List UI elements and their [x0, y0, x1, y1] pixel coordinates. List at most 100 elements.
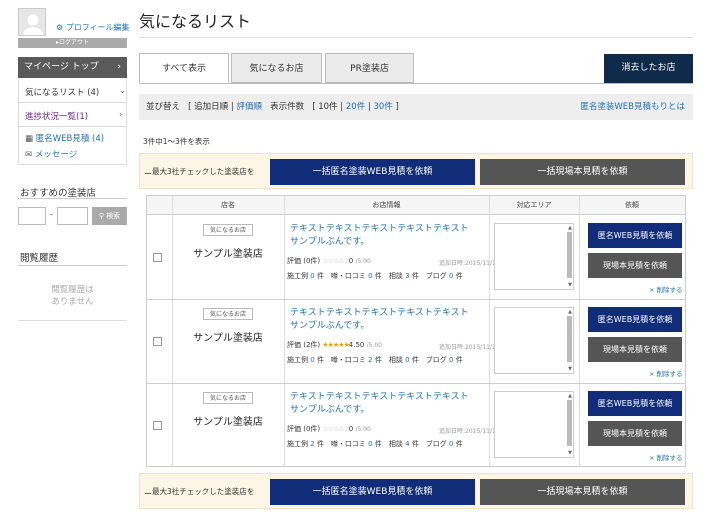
deleted-shops-button[interactable]: 消去したお店	[604, 54, 693, 83]
scrollbar[interactable]	[567, 316, 572, 362]
chevron-right-icon: ›	[117, 62, 121, 72]
reviews-count[interactable]: 2	[368, 356, 372, 364]
reviews-count[interactable]: 0	[368, 272, 372, 280]
stats-line: 施工例 2 件 噂・口コミ 0 件 相談 4 件 ブログ 0 件	[287, 440, 463, 448]
header-shop: 店名	[172, 196, 284, 215]
profile-edit-link[interactable]: ⚙ プロフィール編集	[56, 22, 130, 33]
delete-link[interactable]: × 削除する	[649, 452, 683, 462]
header-area: 対応エリア	[489, 196, 579, 215]
sort-rating[interactable]: 評価順	[236, 102, 262, 112]
delete-link[interactable]: × 削除する	[649, 284, 683, 294]
star-rating-icon: ☆☆☆☆☆	[322, 257, 349, 265]
anon-quote-button[interactable]: 匿名WEB見積を依頼	[588, 391, 682, 416]
rating-line: 評価 (0件) ☆☆☆☆☆0 /5.00	[287, 425, 371, 433]
cases-count[interactable]: 0	[310, 272, 314, 280]
tab-favorite-shops[interactable]: 気になるお店	[231, 53, 322, 83]
blog-count[interactable]: 0	[449, 440, 453, 448]
shop-description[interactable]: テキストテキストテキストテキストテキスト サンプルぶんです。	[290, 307, 490, 333]
recommend-title: おすすめの塗装店	[20, 188, 97, 199]
sidebar-item-progress[interactable]: 進捗状況一覧(1) ›	[25, 110, 125, 122]
scroll-down-icon[interactable]: ▼	[568, 282, 572, 288]
bulk-site-quote-button[interactable]: 一括現場本見積を依頼	[480, 479, 685, 505]
added-date: 追加日時:2015/11/16	[439, 344, 500, 351]
site-quote-button[interactable]: 現場本見積を依頼	[588, 337, 682, 362]
row-checkbox[interactable]	[153, 253, 162, 262]
tab-pr-shops[interactable]: PR塗装店	[325, 53, 414, 83]
consult-count[interactable]: 0	[405, 356, 409, 364]
cases-count[interactable]: 2	[310, 440, 314, 448]
shop-description[interactable]: テキストテキストテキストテキストテキスト サンプルぶんです。	[290, 223, 490, 249]
stats-line: 施工例 0 件 噂・口コミ 0 件 相談 3 件 ブログ 0 件	[287, 272, 463, 280]
count-30[interactable]: 30件	[373, 102, 392, 112]
reviews-count[interactable]: 0	[368, 440, 372, 448]
sidebar-item-favorites[interactable]: 気になるリスト (4) ⌄	[25, 86, 127, 98]
delete-link[interactable]: × 削除する	[649, 368, 683, 378]
sidebar-item-anon-quote[interactable]: ▦ 匿名WEB見積 (4)	[25, 132, 104, 144]
chevron-right-icon: ›	[119, 110, 123, 120]
page-title: 気になるリスト	[139, 12, 252, 31]
result-count: 3件中1～3件を表示	[143, 137, 210, 146]
shop-name[interactable]: サンプル塗装店	[172, 413, 284, 428]
sidebar-item-message[interactable]: ✉ メッセージ	[25, 148, 77, 160]
chevron-down-icon: ⌄	[119, 86, 127, 96]
shop-description[interactable]: テキストテキストテキストテキストテキスト サンプルぶんです。	[290, 391, 490, 417]
scroll-down-icon[interactable]: ▼	[568, 450, 572, 456]
sort-added-date[interactable]: 追加日順	[194, 102, 228, 112]
bulk-anon-quote-button[interactable]: 一括匿名塗装WEB見積を依頼	[270, 479, 475, 505]
star-rating-icon: ★★★★★	[322, 341, 349, 349]
calculator-icon: ▦	[25, 134, 34, 144]
consult-count[interactable]: 3	[405, 272, 409, 280]
row-checkbox[interactable]	[153, 421, 162, 430]
favorite-badge: 気になるお店	[203, 308, 253, 320]
stats-line: 施工例 0 件 噂・口コミ 2 件 相談 0 件 ブログ 0 件	[287, 356, 463, 364]
scroll-up-icon[interactable]: ▲	[568, 225, 572, 231]
cases-count[interactable]: 0	[310, 356, 314, 364]
rating-line: 評価 (0件) ☆☆☆☆☆0 /5.00	[287, 257, 371, 265]
blog-count[interactable]: 0	[449, 356, 453, 364]
search-input-to[interactable]	[57, 207, 88, 225]
search-input-from[interactable]	[18, 207, 46, 225]
site-quote-button[interactable]: 現場本見積を依頼	[588, 253, 682, 278]
anon-quote-button[interactable]: 匿名WEB見積を依頼	[588, 307, 682, 332]
scroll-down-icon[interactable]: ▼	[568, 366, 572, 372]
bulk-anon-quote-button[interactable]: 一括匿名塗装WEB見積を依頼	[270, 159, 475, 185]
tab-all[interactable]: すべて表示	[139, 53, 229, 83]
sidebar-item-mypage-top[interactable]: マイページ トップ ›	[18, 57, 127, 78]
search-icon: ⚲	[98, 212, 104, 220]
history-title: 閲覧履歴	[20, 253, 59, 264]
scroll-up-icon[interactable]: ▲	[568, 393, 572, 399]
row-checkbox[interactable]	[153, 337, 162, 346]
added-date: 追加日時:2015/11/16	[439, 428, 500, 435]
rating-line: 評価 (2件) ★★★★★4.50 /5.00	[287, 341, 382, 349]
history-empty: 閲覧履歴は ありません	[51, 285, 94, 307]
count-10[interactable]: 10件	[318, 102, 337, 112]
shop-name[interactable]: サンプル塗装店	[172, 329, 284, 344]
search-button[interactable]: ⚲ 検索	[92, 207, 127, 225]
favorites-table: 店名 お店情報 対応エリア 依頼 気になるお店 サンプル塗装店 テキストテキスト…	[146, 195, 686, 467]
count-20[interactable]: 20件	[346, 102, 365, 112]
star-rating-icon: ☆☆☆☆☆	[322, 425, 349, 433]
scroll-up-icon[interactable]: ▲	[568, 309, 572, 315]
bulk-site-quote-button[interactable]: 一括現場本見積を依頼	[480, 159, 685, 185]
area-list[interactable]: ▲ ▼	[494, 223, 574, 290]
favorite-badge: 気になるお店	[203, 224, 253, 236]
consult-count[interactable]: 4	[405, 440, 409, 448]
area-list[interactable]: ▲ ▼	[494, 391, 574, 458]
logout-button[interactable]: ▸ログアウト	[18, 38, 127, 48]
bulk-action-bar: 最大3社チェックした塗装店を 一括匿名塗装WEB見積を依頼 一括現場本見積を依頼	[139, 153, 693, 189]
sidebar-menu: 気になるリスト (4) ⌄ 進捗状況一覧(1) › ▦ 匿名WEB見積 (4) …	[18, 78, 127, 165]
header-request: 依頼	[579, 196, 685, 215]
anon-quote-button[interactable]: 匿名WEB見積を依頼	[588, 223, 682, 248]
user-icon	[19, 9, 45, 35]
scrollbar[interactable]	[567, 400, 572, 446]
blog-count[interactable]: 0	[449, 272, 453, 280]
site-quote-button[interactable]: 現場本見積を依頼	[588, 421, 682, 446]
sort-bar: 並び替え [ 追加日順 | 評価順 表示件数 [ 10件 | 20件 | 30件…	[139, 94, 693, 120]
what-is-anon-quote-link[interactable]: 匿名塗装WEB見積もりとは	[580, 94, 685, 120]
area-list[interactable]: ▲ ▼	[494, 307, 574, 374]
bulk-action-bar-bottom: 最大3社チェックした塗装店を 一括匿名塗装WEB見積を依頼 一括現場本見積を依頼	[139, 473, 693, 509]
shop-name[interactable]: サンプル塗装店	[172, 245, 284, 260]
scrollbar[interactable]	[567, 232, 572, 278]
avatar	[18, 8, 46, 36]
mail-icon: ✉	[25, 150, 33, 160]
